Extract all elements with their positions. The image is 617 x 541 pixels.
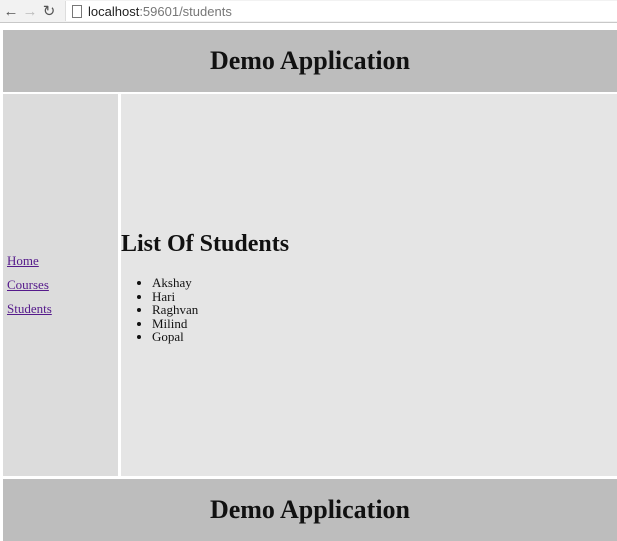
student-item: Milind (152, 317, 198, 331)
back-arrow-icon[interactable]: ← (3, 3, 19, 20)
page-heading: List Of Students (121, 231, 290, 257)
student-list: Akshay Hari Raghvan Milind Gopal (121, 276, 198, 344)
url-host: localhost (88, 3, 140, 19)
sidebar: Home Courses Students (3, 94, 118, 476)
address-bar[interactable]: localhost:59601/students (65, 1, 617, 21)
browser-toolbar: ← → ↻ localhost:59601/students (0, 0, 617, 23)
main-content: List Of Students Akshay Hari Raghvan Mil… (121, 94, 617, 476)
page-header: Demo Application (3, 30, 617, 92)
sidebar-link-courses[interactable]: Courses (7, 277, 118, 293)
student-item: Gopal (152, 330, 198, 344)
student-item: Raghvan (152, 303, 198, 317)
footer-title: Demo Application (209, 495, 411, 524)
page-footer: Demo Application (3, 479, 617, 541)
sidebar-link-home[interactable]: Home (7, 253, 118, 269)
sidebar-link-students[interactable]: Students (7, 301, 118, 317)
url-path: :59601/students (139, 3, 232, 19)
student-item: Hari (152, 289, 198, 304)
header-title: Demo Application (209, 46, 411, 75)
student-item: Akshay (152, 276, 198, 290)
reload-icon[interactable]: ↻ (41, 2, 57, 20)
page-icon (72, 4, 82, 18)
forward-arrow-icon[interactable]: → (22, 3, 38, 20)
